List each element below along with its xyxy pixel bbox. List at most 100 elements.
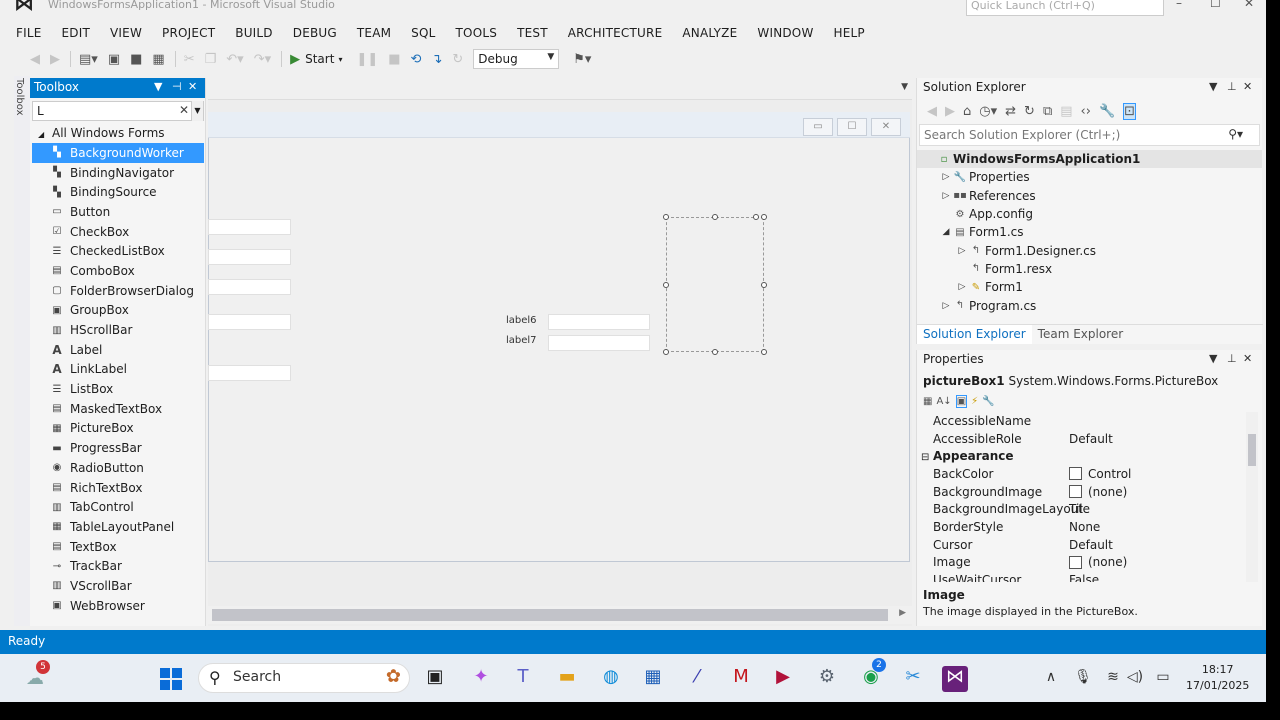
close-icon[interactable]: ✕ [1243, 80, 1252, 93]
label6-control[interactable]: label6 [506, 315, 537, 326]
toolbox-item-hscrollbar[interactable]: ▥ HScrollBar [32, 320, 204, 340]
restart-icon[interactable]: ↻ [452, 52, 463, 67]
clear-search-icon[interactable]: ✕ [179, 103, 189, 117]
open-file-icon[interactable]: ▣ [108, 52, 120, 67]
visual-studio-taskbar-icon[interactable]: ⋈ [942, 666, 968, 692]
properties-object-selector[interactable]: pictureBox1 System.Windows.Forms.Picture… [917, 370, 1262, 392]
designer-horizontal-scrollbar[interactable]: ▶ [208, 606, 912, 624]
solution-tree-item[interactable]: ▷ ↰ Program.cs [917, 296, 1262, 314]
toolbox-item-listbox[interactable]: ☰ ListBox [32, 379, 204, 399]
textbox-control[interactable] [208, 249, 291, 265]
menu-build[interactable]: BUILD [235, 26, 272, 40]
copy-icon[interactable]: ❐ [205, 52, 217, 67]
property-row[interactable]: AccessibleRole Default [917, 430, 1247, 448]
property-row[interactable]: BackColor Control [917, 465, 1247, 483]
start-debugging-button[interactable]: ▶ Start ▾ [290, 52, 342, 67]
menu-file[interactable]: FILE [16, 26, 42, 40]
chevron-down-icon[interactable]: ▼ [901, 82, 908, 92]
app-icon[interactable]: ⁄ [684, 666, 710, 688]
back-icon[interactable]: ◀ [927, 104, 937, 119]
textbox-control[interactable] [208, 219, 291, 235]
task-view-icon[interactable]: ▣ [422, 666, 448, 688]
textbox-control[interactable] [208, 365, 291, 381]
property-value[interactable]: Control [1069, 467, 1131, 481]
toolbox-item-bindingsource[interactable]: ▚ BindingSource [32, 182, 204, 202]
pin-icon[interactable]: ⊣ [172, 80, 182, 93]
pending-changes-icon[interactable]: ◷▾ [979, 104, 997, 119]
textbox-control[interactable] [548, 335, 650, 351]
save-all-icon[interactable]: ▦ [152, 52, 164, 67]
picturebox-control[interactable] [666, 217, 764, 352]
sync-icon[interactable]: ⇄ [1005, 104, 1016, 119]
property-value[interactable]: None [1069, 520, 1100, 534]
solution-tree-item[interactable]: ▷ ▪▪ References [917, 187, 1262, 205]
refresh-icon[interactable]: ↻ [1024, 104, 1035, 119]
toolbox-item-label[interactable]: A Label [32, 340, 204, 360]
property-pages-icon[interactable]: 🔧 [982, 396, 994, 407]
expand-arrow-icon[interactable]: ▷ [939, 191, 953, 201]
solution-tree-item[interactable]: ▷ ✎ Form1 [917, 278, 1262, 296]
resize-handle[interactable] [712, 349, 718, 355]
textbox-control[interactable] [208, 279, 291, 295]
stop-icon[interactable]: ■ [388, 52, 400, 67]
solution-tree-item[interactable]: ◢ ▤ Form1.cs [917, 223, 1262, 241]
copilot-icon[interactable]: ✦ [468, 666, 494, 688]
collapse-all-icon[interactable]: ⧉ [1043, 104, 1052, 119]
edge-icon[interactable]: ◍ [598, 666, 624, 688]
toolbox-item-groupbox[interactable]: ▣ GroupBox [32, 301, 204, 321]
property-value[interactable]: (none) [1069, 485, 1127, 499]
menu-view[interactable]: VIEW [110, 26, 142, 40]
taskbar-search-box[interactable]: ⚲ Search ✿ [198, 663, 410, 693]
view-code-icon[interactable]: ‹› [1081, 104, 1091, 119]
show-all-files-icon[interactable]: ▤ [1060, 104, 1072, 119]
toolbox-search-input[interactable]: L ✕ ▼ [32, 101, 204, 121]
menu-tools[interactable]: TOOLS [456, 26, 498, 40]
tab-team-explorer[interactable]: Team Explorer [1032, 325, 1130, 344]
maximize-window-icon[interactable]: ☐ [1210, 0, 1221, 10]
undo-icon[interactable]: ↶▾ [226, 52, 243, 67]
chevron-down-icon[interactable]: ▼ [154, 80, 162, 93]
chevron-up-icon[interactable]: ∧ [1038, 666, 1064, 688]
toolbox-item-backgroundworker[interactable]: ▚ BackgroundWorker [32, 143, 204, 163]
alphabetical-icon[interactable]: A↓ [936, 396, 951, 407]
forward-icon[interactable]: ▶ [50, 52, 60, 67]
toolbox-item-webbrowser[interactable]: ▣ WebBrowser [32, 596, 204, 616]
smart-tag-icon[interactable] [753, 214, 759, 220]
toolbox-side-tab[interactable]: Toolbox [14, 76, 30, 626]
toolbox-item-combobox[interactable]: ▤ ComboBox [32, 261, 204, 281]
menu-edit[interactable]: EDIT [62, 26, 91, 40]
battery-icon[interactable]: ▭ [1150, 666, 1176, 688]
expand-arrow-icon[interactable]: ▷ [955, 282, 969, 292]
solution-explorer-search-input[interactable]: Search Solution Explorer (Ctrl+;) ⚲▾ [919, 124, 1260, 146]
taskbar-clock[interactable]: 18:17 17/01/2025 [1186, 662, 1249, 694]
toolbox-item-tablelayoutpanel[interactable]: ▦ TableLayoutPanel [32, 517, 204, 537]
quick-launch-input[interactable]: Quick Launch (Ctrl+Q) [966, 0, 1164, 16]
close-icon[interactable]: ✕ [188, 80, 197, 93]
menu-test[interactable]: TEST [517, 26, 548, 40]
resize-handle[interactable] [663, 349, 669, 355]
toolbox-item-vscrollbar[interactable]: ▥ VScrollBar [32, 576, 204, 596]
menu-help[interactable]: HELP [834, 26, 865, 40]
media-app-icon[interactable]: ▶ [770, 666, 796, 688]
resize-handle[interactable] [761, 282, 767, 288]
resize-handle[interactable] [761, 214, 767, 220]
teams-icon[interactable]: T [510, 666, 536, 688]
expand-arrow-icon[interactable]: ▷ [939, 301, 953, 311]
volume-icon[interactable]: ◁) [1122, 666, 1148, 688]
chrome-icon[interactable]: ◉ 2 [858, 658, 886, 688]
collapse-box-icon[interactable]: ⊟ [921, 452, 933, 463]
scrollbar-thumb[interactable] [212, 609, 888, 621]
find-in-files-icon[interactable]: ⚑▾ [573, 52, 591, 67]
weather-icon[interactable]: ☁ 5 [26, 660, 50, 689]
cut-icon[interactable]: ✂ [184, 52, 195, 67]
toolbox-item-radiobutton[interactable]: ◉ RadioButton [32, 458, 204, 478]
menu-sql[interactable]: SQL [411, 26, 435, 40]
toolbox-group-header[interactable]: ◢ All Windows Forms [38, 126, 165, 140]
redo-icon[interactable]: ↷▾ [254, 52, 271, 67]
toolbox-item-maskedtextbox[interactable]: ▤ MaskedTextBox [32, 399, 204, 419]
pin-icon[interactable]: ⊥ [1227, 80, 1237, 93]
toolbox-item-textbox[interactable]: ▤ TextBox [32, 537, 204, 557]
step-icon[interactable]: ↴ [431, 52, 442, 67]
properties-icon[interactable]: 🔧 [1099, 104, 1115, 119]
home-icon[interactable]: ⌂ [963, 104, 971, 119]
